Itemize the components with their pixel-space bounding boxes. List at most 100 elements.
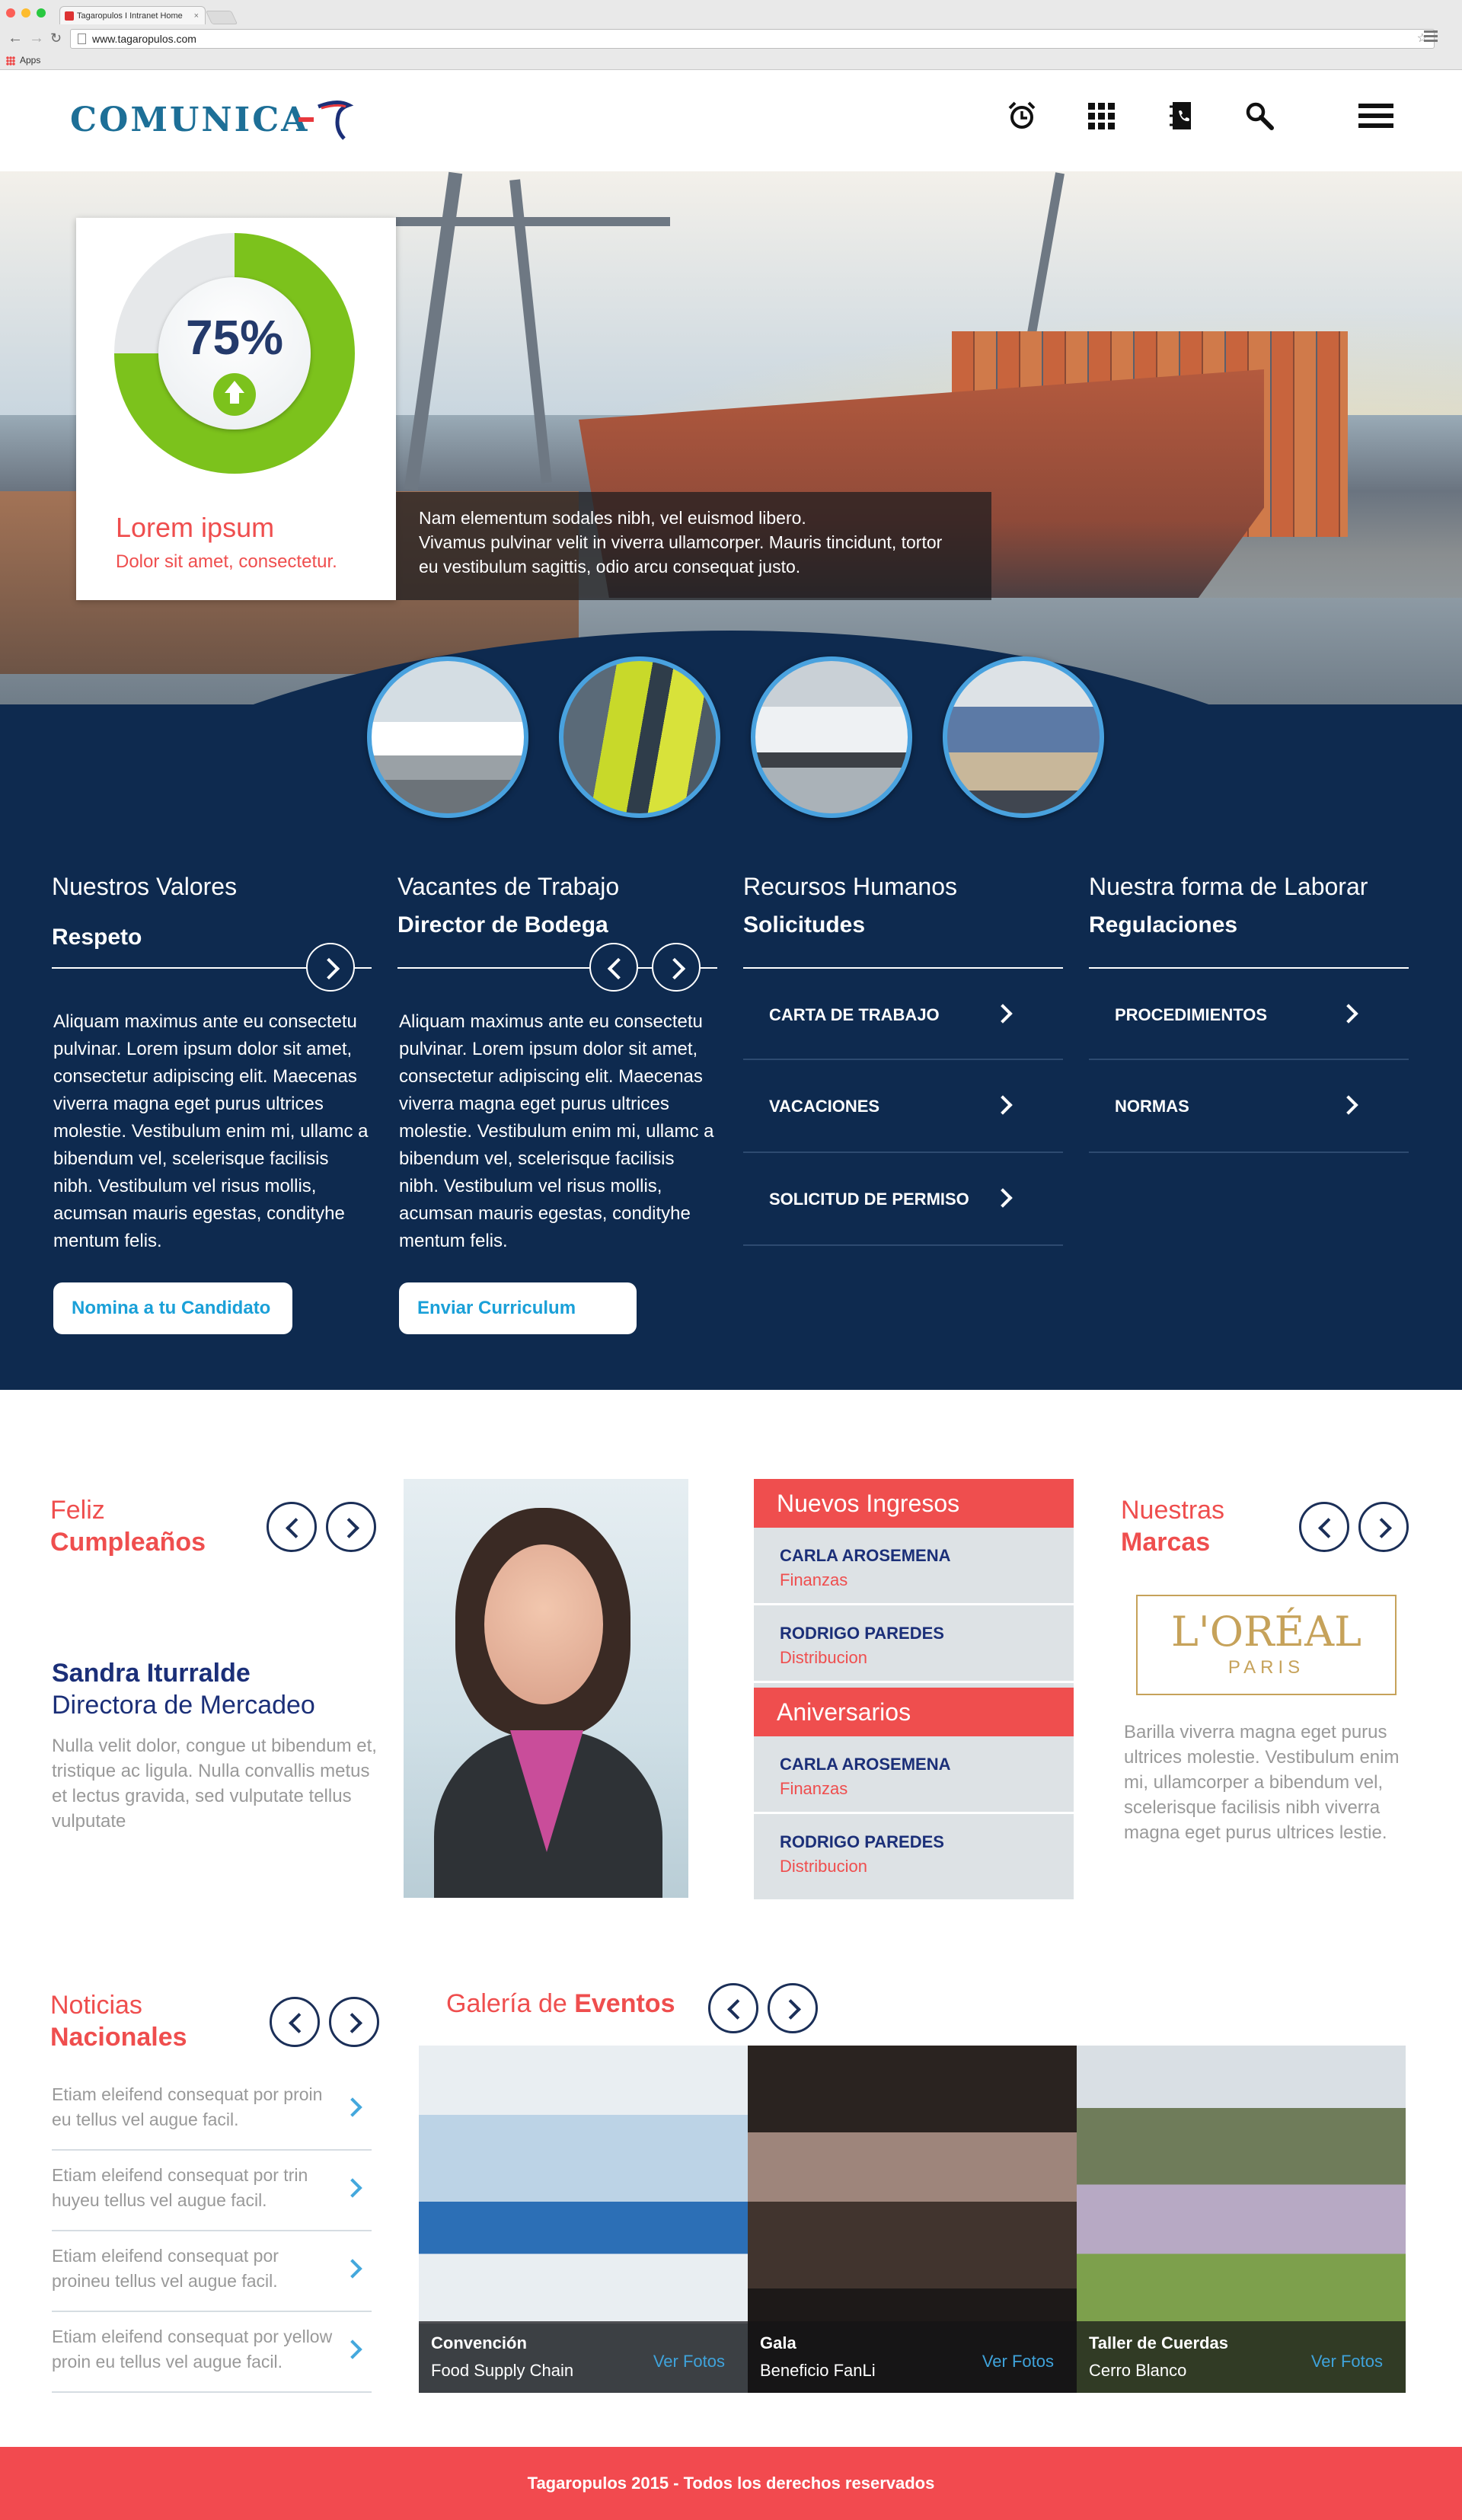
person-item[interactable]: RODRIGO PAREDES Distribucion [754,1605,1074,1683]
news-item[interactable]: Etiam eleifend consequat por yellow proi… [52,2312,372,2393]
apps-grid-icon [6,56,15,65]
next-birthday-button[interactable] [326,1502,376,1552]
next-arrow-button[interactable] [652,943,701,992]
news-item[interactable]: Etiam eleifend consequat por proineu tel… [52,2231,372,2312]
person-item[interactable]: CARLA AROSEMENA Finanzas [754,1736,1074,1814]
news-text: Etiam eleifend consequat por proin eu te… [52,2084,323,2129]
person-department: Distribucion [780,1857,867,1876]
next-brand-button[interactable] [1358,1502,1409,1552]
person-department: Finanzas [780,1570,848,1589]
person-item[interactable]: RODRIGO PAREDES Distribucion [754,1814,1074,1892]
prev-birthday-button[interactable] [267,1502,317,1552]
thumbnail-fleet[interactable] [751,656,912,818]
chevron-right-icon [1339,1095,1358,1115]
nominate-candidate-button[interactable]: Nomina a tu Candidato [53,1282,292,1334]
close-window-icon[interactable] [6,8,15,18]
brand-logo[interactable]: L'ORÉAL PARIS [1136,1595,1397,1695]
brands-description: Barilla viverra magna eget purus ultrice… [1124,1722,1400,1843]
close-tab-icon[interactable]: × [194,7,199,24]
news-title-light: Noticias [50,1991,142,2020]
caption-line: Nam elementum sodales nibh, vel euismod … [419,508,806,528]
reload-icon[interactable]: ↻ [50,30,62,46]
minimize-window-icon[interactable] [21,8,30,18]
next-news-button[interactable] [329,1997,379,2047]
tab-title: Tagaropulos I Intranet Home [77,11,183,21]
news-title-bold: Nacionales [50,2023,187,2052]
new-tab-button[interactable] [205,11,238,24]
phone-book-icon[interactable] [1164,99,1197,133]
page: Tagaropulos I Intranet Home × ← → ↻ www.… [0,0,1462,2520]
site-footer: Tagaropulos 2015 - Todos los derechos re… [0,2447,1462,2520]
gallery-item-title: Taller de Cuerdas [1089,2333,1228,2352]
birthday-name: Sandra Iturralde [52,1659,251,1688]
address-bar[interactable]: www.tagaropulos.com ☆ [70,29,1435,49]
grid-apps-icon[interactable] [1084,99,1118,133]
list-item[interactable]: VACACIONES [743,1060,1063,1153]
list-item[interactable]: NORMAS [1089,1060,1409,1153]
birthday-title-bold: Cumpleaños [50,1528,206,1557]
gallery-caption: Taller de Cuerdas Cerro Blanco Ver Fotos [1077,2321,1406,2393]
forward-arrow-icon[interactable]: → [29,30,44,46]
crane-structure [396,217,670,226]
back-arrow-icon[interactable]: ← [8,30,23,46]
view-photos-link[interactable]: Ver Fotos [982,2352,1054,2371]
logo-text: COMUNICA [70,101,310,139]
card-subtitle: Dolor sit amet, consectetur. [116,551,337,572]
alarm-clock-icon[interactable] [1005,99,1039,133]
progress-ring: 75% [114,233,355,474]
gallery-item[interactable]: Convención Food Supply Chain Ver Fotos [419,2046,748,2393]
next-arrow-button[interactable] [306,943,355,992]
column-category: Nuestra forma de Laborar [1089,873,1368,900]
person-item[interactable]: CARLA AROSEMENA Finanzas [754,1528,1074,1605]
news-text: Etiam eleifend consequat por proineu tel… [52,2246,279,2291]
up-arrow-icon [213,373,256,416]
next-gallery-button[interactable] [768,1983,818,2033]
news-item[interactable]: Etiam eleifend consequat por trin huyeu … [52,2151,372,2231]
prev-brand-button[interactable] [1299,1502,1349,1552]
maximize-window-icon[interactable] [37,8,46,18]
brands-title-bold: Marcas [1121,1528,1211,1557]
browser-menu-icon[interactable] [1424,30,1438,44]
list-item[interactable]: SOLICITUD DE PERMISO [743,1153,1063,1246]
thumbnail-workers[interactable] [559,656,720,818]
news-text: Etiam eleifend consequat por yellow proi… [52,2327,333,2371]
news-item[interactable]: Etiam eleifend consequat por proin eu te… [52,2070,372,2151]
chevron-right-icon [343,2097,362,2117]
list-item-label: VACACIONES [769,1097,880,1116]
column-text: Aliquam maximus ante eu consectetu pulvi… [53,1011,369,1251]
bookmarks-apps[interactable]: Apps [6,55,40,65]
person-name: CARLA AROSEMENA [780,1755,951,1774]
gallery-item[interactable]: Taller de Cuerdas Cerro Blanco Ver Fotos [1077,2046,1406,2393]
caption-line: eu vestibulum sagittis, odio arcu conseq… [419,557,801,577]
person-name: RODRIGO PAREDES [780,1832,944,1851]
browser-tab[interactable]: Tagaropulos I Intranet Home × [59,6,206,24]
list-item-label: PROCEDIMIENTOS [1115,1005,1268,1024]
column-text: Aliquam maximus ante eu consectetu pulvi… [399,1011,714,1251]
person-department: Finanzas [780,1779,848,1798]
prev-arrow-button[interactable] [589,943,638,992]
thumbnail-team[interactable] [943,656,1104,818]
progress-percent: 75% [185,310,284,365]
birthday-title: Feliz Cumpleaños [50,1494,206,1558]
list-item[interactable]: PROCEDIMIENTOS [1089,967,1409,1060]
brands-title-light: Nuestras [1121,1496,1225,1525]
gallery-item-title: Gala [760,2333,796,2352]
logo-mark-icon [298,101,354,140]
person-name: RODRIGO PAREDES [780,1624,944,1643]
hero-caption: Nam elementum sodales nibh, vel euismod … [396,492,991,600]
news-text: Etiam eleifend consequat por trin huyeu … [52,2165,308,2210]
gallery-item[interactable]: Gala Beneficio FanLi Ver Fotos [748,2046,1077,2393]
list-item[interactable]: CARTA DE TRABAJO [743,967,1063,1060]
send-resume-button[interactable]: Enviar Curriculum [399,1282,637,1334]
search-icon[interactable] [1243,99,1276,133]
prev-gallery-button[interactable] [708,1983,758,2033]
view-photos-link[interactable]: Ver Fotos [1311,2352,1383,2371]
chevron-right-icon [993,1004,1013,1024]
column-category: Recursos Humanos [743,873,957,900]
logo[interactable]: COMUNICA [70,101,354,140]
prev-news-button[interactable] [270,1997,320,2047]
birthday-title-light: Feliz [50,1496,105,1525]
hamburger-menu-icon[interactable] [1357,99,1395,133]
view-photos-link[interactable]: Ver Fotos [653,2352,725,2371]
thumbnail-trucks[interactable] [367,656,528,818]
